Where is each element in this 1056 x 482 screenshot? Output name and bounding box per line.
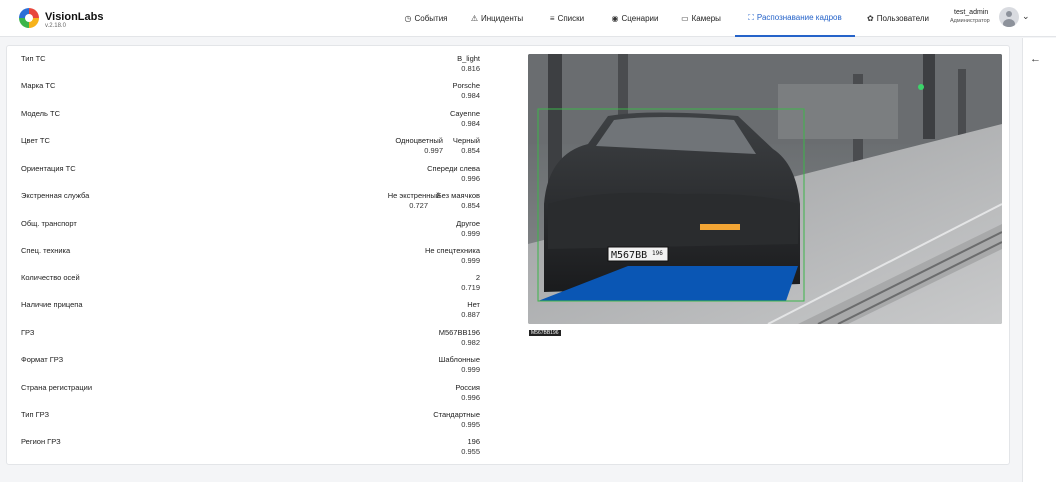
plate-text: M567BB [611, 250, 647, 261]
nav-label: Распознавание кадров [756, 13, 842, 22]
brand-name[interactable]: VisionLabs [45, 11, 103, 23]
frame-image[interactable]: M567BB 196 [528, 54, 1002, 324]
attr-score: 0.727 [409, 201, 428, 210]
user-role: Администратор [950, 18, 990, 24]
attr-label: Марка ТС [21, 81, 56, 90]
list-icon: ≡ [549, 14, 555, 23]
chevron-down-icon[interactable]: ⌄ [1022, 11, 1030, 22]
nav-label: Сценарии [621, 14, 659, 23]
attr-score: 0.999 [461, 365, 480, 374]
attr-label: Спец. техника [21, 246, 71, 255]
nav-users[interactable]: ✿ Пользователи [862, 0, 934, 37]
users-icon: ✿ [867, 14, 874, 23]
attr-value: Стандартные [433, 410, 480, 419]
attr-score: 0.984 [461, 119, 480, 128]
attr-value: Porsche [452, 81, 480, 90]
attr-label: Ориентация ТС [21, 164, 76, 173]
attr-score: 0.854 [461, 201, 480, 210]
attr-value: Шаблонные [438, 355, 480, 364]
attr-score: 0.999 [461, 256, 480, 265]
nav-label: Инциденты [481, 14, 524, 23]
attr-score: 0.984 [461, 91, 480, 100]
clock-icon: ◷ [404, 14, 412, 23]
attr-label: Страна регистрации [21, 383, 93, 392]
attr-label: Общ. транспорт [21, 219, 77, 228]
attr-label: Регион ГРЗ [21, 437, 61, 446]
attr-score: 0.982 [461, 338, 480, 347]
app-version: v.2.18.0 [45, 23, 66, 29]
plate-crop-label: M567BB196 [529, 330, 561, 336]
nav-label: Списки [557, 14, 585, 23]
arrow-left-icon[interactable]: ← [1030, 53, 1041, 65]
avatar[interactable] [999, 7, 1019, 27]
attr-score: 0.719 [461, 283, 480, 292]
nav-label: События [414, 14, 448, 23]
attr-label: ГРЗ [21, 328, 35, 337]
attr-value: Одноцветный [395, 136, 443, 145]
attr-label: Количество осей [21, 273, 80, 282]
attr-value: Спереди слева [427, 164, 480, 173]
attr-value: Не экстренный [387, 191, 440, 200]
attr-value: M567BB196 [438, 328, 480, 337]
attr-value: Черный [452, 136, 480, 145]
top-header: VisionLabs v.2.18.0 ◷ События ⚠ Инциденты … [0, 0, 1056, 37]
user-name[interactable]: test_admin [954, 9, 988, 16]
attr-value: Cayenne [449, 109, 480, 118]
attr-score: 0.955 [461, 447, 480, 456]
attr-value: Другое [456, 219, 480, 228]
right-rail [1022, 38, 1056, 482]
attr-label: Модель ТС [21, 109, 61, 118]
attr-label: Тип ТС [21, 54, 46, 63]
nav-incidents[interactable]: ⚠ Инциденты [465, 0, 529, 37]
warning-icon: ⚠ [470, 14, 478, 23]
attr-label: Наличие прицепа [21, 300, 83, 309]
attr-score: 0.887 [461, 310, 480, 319]
nav-lists[interactable]: ≡ Списки [544, 0, 590, 37]
scenario-icon: ◉ [611, 14, 619, 23]
attr-value: 196 [467, 437, 480, 446]
nav-cameras[interactable]: ▭ Камеры [676, 0, 726, 37]
nav-label: Пользователи [876, 14, 929, 23]
attr-label: Формат ГРЗ [21, 355, 64, 364]
attr-label: Тип ГРЗ [21, 410, 50, 419]
nav-frame-recognition[interactable]: ⛶ Распознавание кадров [735, 0, 855, 37]
attr-score: 0.995 [461, 420, 480, 429]
attr-value: Не спецтехника [424, 246, 480, 255]
attr-value: B_light [457, 54, 480, 63]
nav-events[interactable]: ◷ События [398, 0, 454, 37]
street-scene: M567BB 196 [528, 54, 1002, 324]
attr-score: 0.816 [461, 64, 480, 73]
frame-scan-icon: ⛶ [748, 12, 754, 22]
attr-value: Россия [455, 383, 480, 392]
attr-label: Экстренная служба [21, 191, 90, 200]
nav-label: Камеры [691, 14, 721, 23]
attr-value: Без маячков [436, 191, 480, 200]
attr-label: Цвет ТС [21, 136, 50, 145]
plate-region: 196 [652, 250, 663, 257]
attr-score: 0.997 [424, 146, 443, 155]
nav-scenarios[interactable]: ◉ Сценарии [605, 0, 665, 37]
attr-score: 0.854 [461, 146, 480, 155]
attr-score: 0.999 [461, 229, 480, 238]
attr-value: 2 [475, 273, 480, 282]
attr-value: Нет [467, 300, 480, 309]
visionlabs-logo-icon[interactable] [19, 8, 39, 28]
attr-score: 0.996 [461, 174, 480, 183]
attr-score: 0.996 [461, 393, 480, 402]
camera-icon: ▭ [681, 14, 689, 23]
